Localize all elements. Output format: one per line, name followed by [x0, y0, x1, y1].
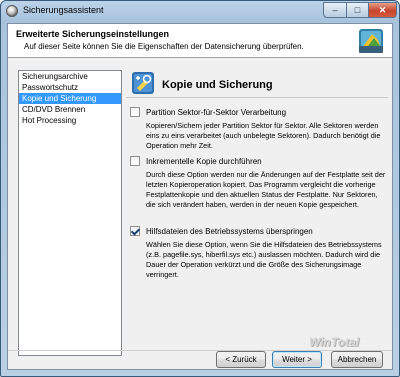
nav-item-cd-dvd-brennen[interactable]: CD/DVD Brennen: [19, 104, 121, 115]
incremental-copy-checkbox[interactable]: [130, 156, 140, 166]
settings-category-list[interactable]: Sicherungsarchive Passwortschutz Kopie u…: [18, 70, 122, 356]
skip-system-files-checkbox[interactable]: [130, 226, 140, 236]
wizard-header: Erweiterte Sicherungseinstellungen Auf d…: [8, 24, 392, 58]
option-label: Inkrementelle Kopie durchführen: [146, 156, 262, 166]
option-sector-by-sector: Partition Sektor-für-Sektor Verarbeitung…: [130, 106, 388, 151]
nav-item-hot-processing[interactable]: Hot Processing: [19, 115, 121, 126]
sector-by-sector-checkbox[interactable]: [130, 107, 140, 117]
next-button[interactable]: Weiter >: [272, 351, 322, 368]
maximize-button[interactable]: □: [347, 2, 369, 18]
cancel-button[interactable]: Abbrechen: [331, 351, 383, 368]
nav-item-sicherungsarchive[interactable]: Sicherungsarchive: [19, 71, 121, 82]
wizard-window: Sicherungsassistent – □ ✕ Erweiterte Sic…: [0, 0, 400, 377]
nav-item-passwortschutz[interactable]: Passwortschutz: [19, 82, 121, 93]
wizard-client-area: Erweiterte Sicherungseinstellungen Auf d…: [7, 23, 393, 370]
back-button[interactable]: < Zurück: [216, 351, 266, 368]
header-title: Erweiterte Sicherungseinstellungen: [16, 29, 170, 39]
option-incremental-copy: Inkrementelle Kopie durchführen Durch di…: [130, 155, 388, 210]
section-divider: [126, 97, 388, 98]
app-icon: [6, 5, 18, 17]
option-description: Wählen Sie diese Option, wenn Sie die Hi…: [146, 240, 382, 279]
option-label: Partition Sektor-für-Sektor Verarbeitung: [146, 107, 287, 117]
option-description: Kopieren/Sichern jeder Partition Sektor …: [146, 121, 381, 150]
settings-panel: Kopie und Sicherung Partition Sektor-für…: [126, 70, 388, 340]
window-title: Sicherungsassistent: [23, 5, 104, 15]
watermark-logo: WinTotal: [309, 335, 360, 349]
close-button[interactable]: ✕: [369, 2, 397, 18]
title-bar[interactable]: Sicherungsassistent – □ ✕: [1, 1, 399, 22]
copy-settings-icon: [132, 72, 154, 94]
option-skip-system-files: Hilfsdateien des Betriebssystems überspr…: [130, 225, 388, 280]
option-description: Durch diese Option werden nur die Änderu…: [146, 170, 386, 209]
backup-disk-icon: [359, 29, 383, 53]
option-label: Hilfsdateien des Betriebssystems überspr…: [146, 226, 313, 236]
nav-item-kopie-und-sicherung[interactable]: Kopie und Sicherung: [19, 93, 121, 104]
section-title: Kopie und Sicherung: [162, 79, 273, 91]
header-subtitle: Auf dieser Seite können Sie die Eigensch…: [24, 42, 304, 51]
minimize-button[interactable]: –: [323, 2, 347, 18]
